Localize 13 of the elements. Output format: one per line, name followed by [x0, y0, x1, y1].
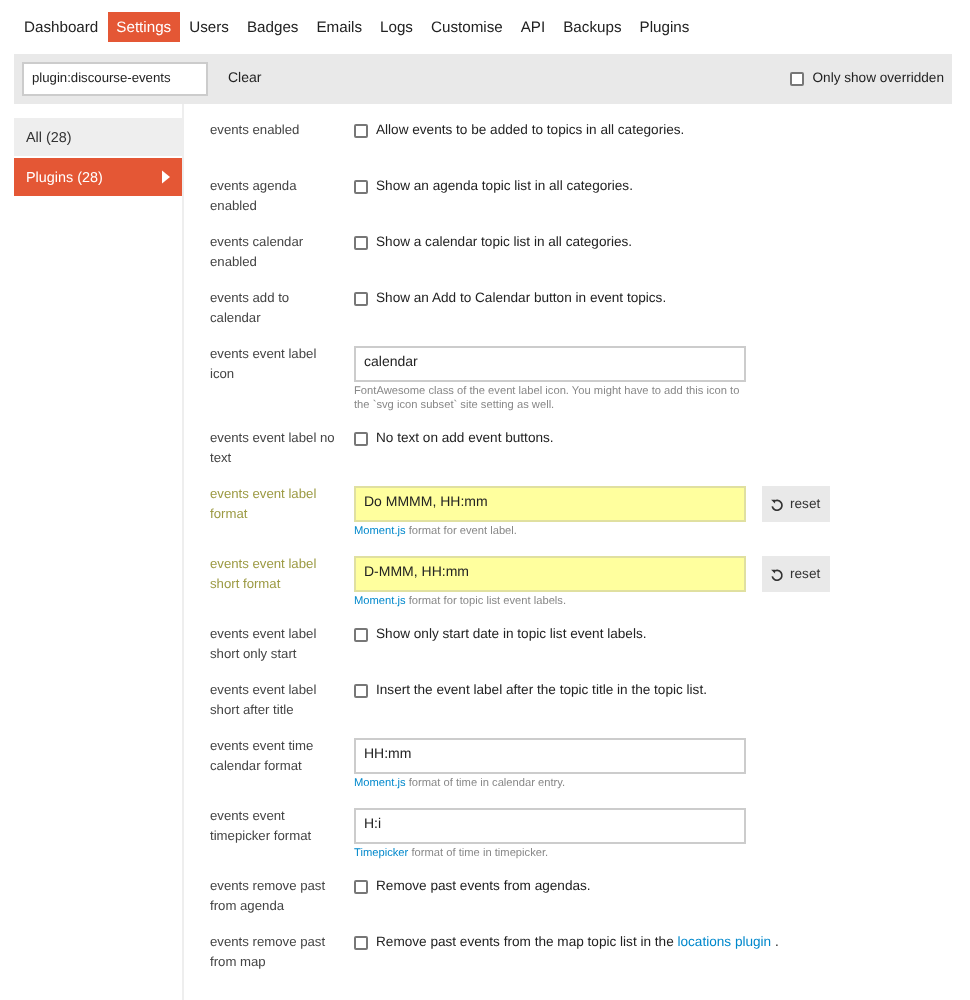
checkbox[interactable]	[354, 180, 368, 194]
checkbox[interactable]	[354, 880, 368, 894]
checkbox[interactable]	[354, 124, 368, 138]
checkbox[interactable]	[354, 936, 368, 950]
checkbox[interactable]	[354, 432, 368, 446]
undo-icon	[770, 497, 784, 511]
checkbox[interactable]	[354, 684, 368, 698]
checkbox[interactable]	[790, 72, 805, 86]
checkbox[interactable]	[354, 292, 368, 306]
caret-icon	[162, 170, 170, 184]
checkbox[interactable]	[354, 628, 368, 642]
checkbox[interactable]	[354, 236, 368, 250]
undo-icon	[770, 567, 784, 581]
